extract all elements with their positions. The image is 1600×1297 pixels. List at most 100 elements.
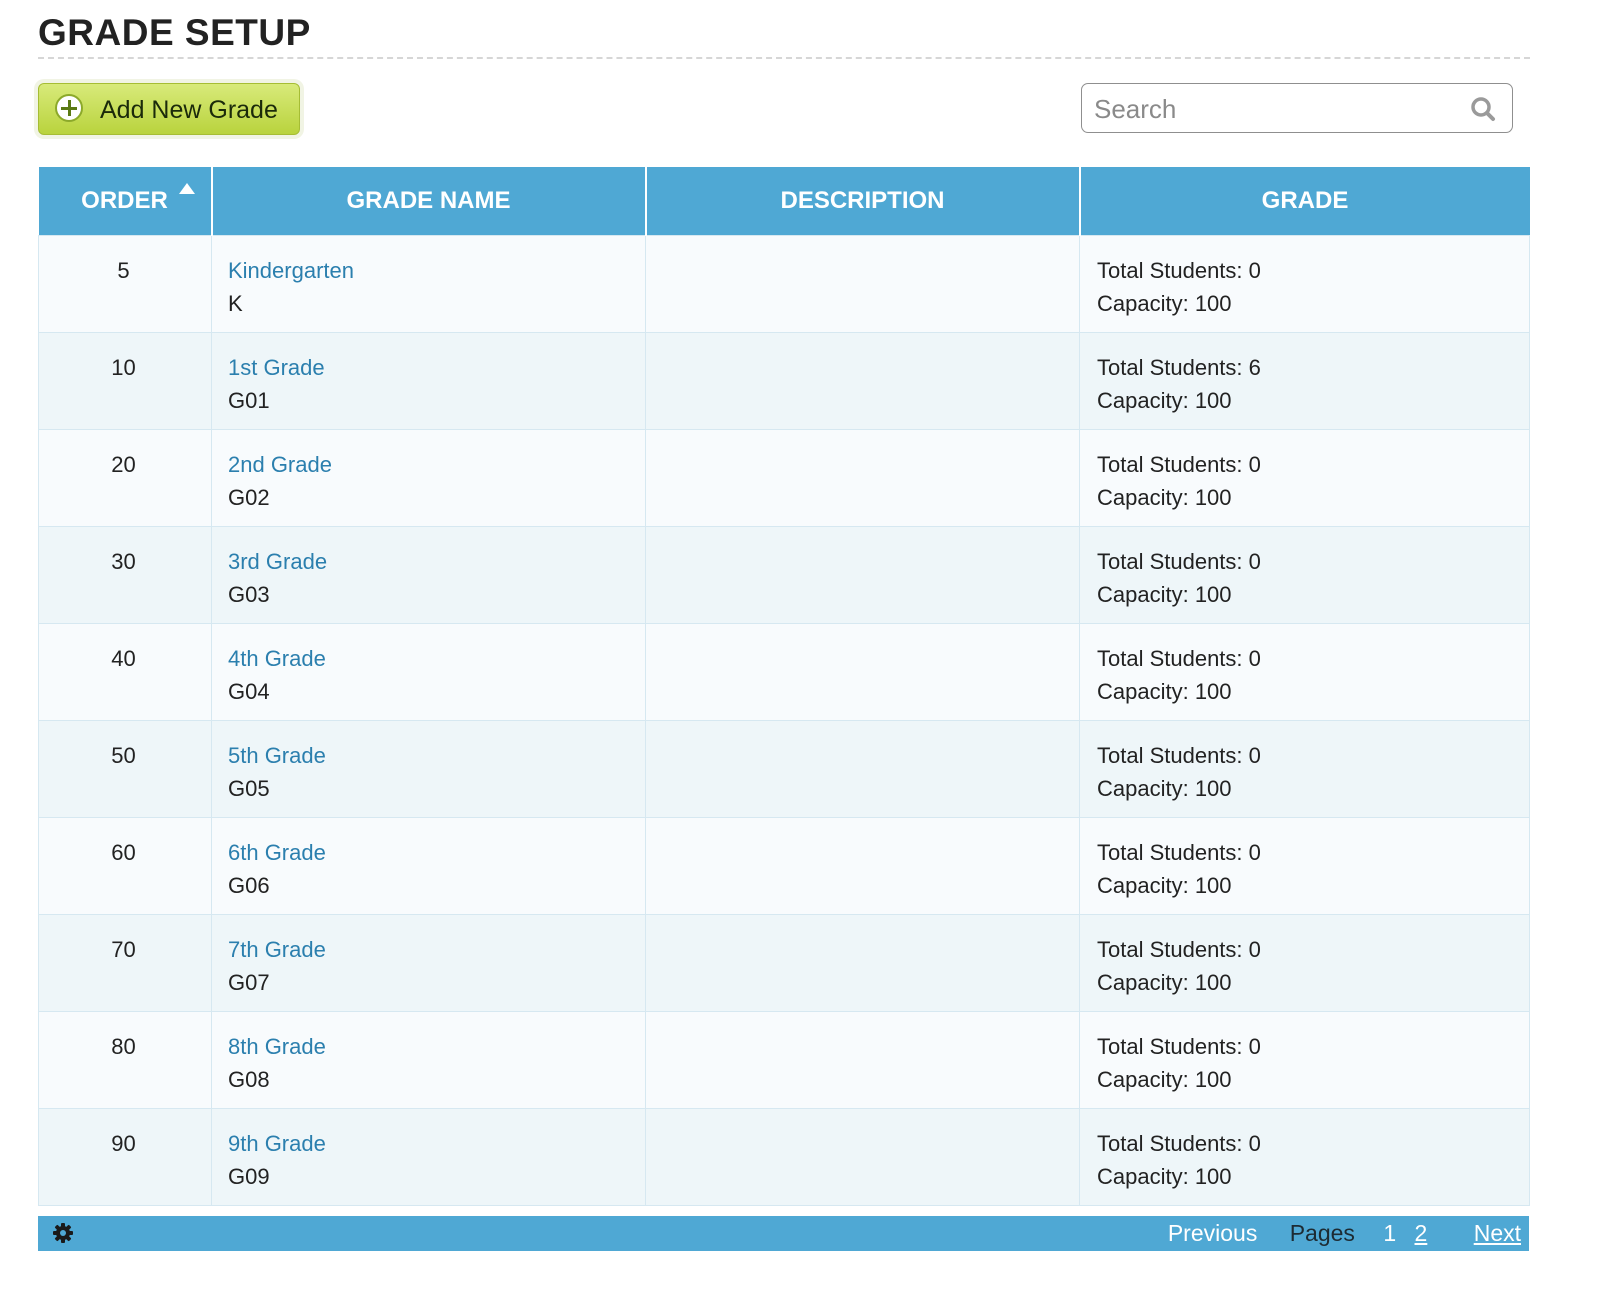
next-page-button[interactable]: Next (1474, 1218, 1521, 1248)
grade-name-link[interactable]: 1st Grade (228, 351, 644, 384)
capacity: Capacity: 100 (1097, 388, 1232, 413)
page-number-link[interactable]: 2 (1415, 1218, 1428, 1248)
table-row: 20 2nd Grade G02 Total Students: 0 Capac… (38, 429, 1530, 527)
order-cell: 80 (38, 1011, 212, 1109)
search-input[interactable] (1092, 90, 1456, 128)
page-title: GRADE SETUP (38, 12, 311, 53)
grade-code: G01 (228, 388, 270, 413)
grade-stats-cell: Total Students: 0 Capacity: 100 (1079, 817, 1530, 915)
table-row: 70 7th Grade G07 Total Students: 0 Capac… (38, 914, 1530, 1012)
total-students: Total Students: 0 (1097, 1131, 1261, 1156)
search-icon[interactable] (1470, 96, 1496, 122)
total-students: Total Students: 0 (1097, 646, 1261, 671)
description-cell (645, 720, 1080, 818)
grade-code: G08 (228, 1067, 270, 1092)
add-new-grade-button[interactable]: Add New Grade (38, 83, 300, 135)
capacity: Capacity: 100 (1097, 582, 1232, 607)
grade-name-link[interactable]: 7th Grade (228, 933, 644, 966)
grade-name-cell: 3rd Grade G03 (211, 526, 646, 624)
order-cell: 60 (38, 817, 212, 915)
order-cell: 40 (38, 623, 212, 721)
grade-stats-cell: Total Students: 0 Capacity: 100 (1079, 429, 1530, 527)
column-header-order-label: ORDER (81, 187, 168, 214)
order-cell: 50 (38, 720, 212, 818)
grade-name-link[interactable]: 6th Grade (228, 836, 644, 869)
page-number-current: 1 (1383, 1220, 1397, 1246)
order-cell: 5 (38, 235, 212, 333)
grade-code: G07 (228, 970, 270, 995)
capacity: Capacity: 100 (1097, 485, 1232, 510)
capacity: Capacity: 100 (1097, 291, 1232, 316)
plus-circle-icon (55, 94, 83, 122)
grade-name-cell: 1st Grade G01 (211, 332, 646, 430)
grade-stats-cell: Total Students: 0 Capacity: 100 (1079, 720, 1530, 818)
capacity: Capacity: 100 (1097, 679, 1232, 704)
column-header-description[interactable]: DESCRIPTION (645, 167, 1081, 236)
grade-stats-cell: Total Students: 0 Capacity: 100 (1079, 526, 1530, 624)
add-new-grade-label: Add New Grade (100, 96, 278, 124)
description-cell (645, 623, 1080, 721)
grade-stats-cell: Total Students: 0 Capacity: 100 (1079, 1108, 1530, 1206)
order-cell: 90 (38, 1108, 212, 1206)
total-students: Total Students: 0 (1097, 840, 1261, 865)
grade-name-cell: 5th Grade G05 (211, 720, 646, 818)
sort-ascending-icon (178, 183, 195, 194)
table-footer: Previous Pages 1 2 Next (38, 1216, 1529, 1251)
gear-icon[interactable] (52, 1222, 74, 1244)
grade-name-cell: 4th Grade G04 (211, 623, 646, 721)
grade-code: G04 (228, 679, 270, 704)
capacity: Capacity: 100 (1097, 1067, 1232, 1092)
total-students: Total Students: 6 (1097, 355, 1261, 380)
capacity: Capacity: 100 (1097, 776, 1232, 801)
grade-name-cell: 7th Grade G07 (211, 914, 646, 1012)
column-header-grade-name[interactable]: GRADE NAME (211, 167, 647, 236)
grade-name-cell: Kindergarten K (211, 235, 646, 333)
column-header-grade[interactable]: GRADE (1079, 167, 1530, 236)
grade-name-link[interactable]: 9th Grade (228, 1127, 644, 1160)
description-cell (645, 1011, 1080, 1109)
grade-name-cell: 8th Grade G08 (211, 1011, 646, 1109)
total-students: Total Students: 0 (1097, 549, 1261, 574)
grades-table: ORDER GRADE NAME DESCRIPTION GRADE 5 Kin… (38, 167, 1530, 1206)
order-cell: 70 (38, 914, 212, 1012)
grade-code: K (228, 291, 243, 316)
description-cell (645, 235, 1080, 333)
grade-name-link[interactable]: 5th Grade (228, 739, 644, 772)
description-cell (645, 817, 1080, 915)
description-cell (645, 914, 1080, 1012)
grade-stats-cell: Total Students: 6 Capacity: 100 (1079, 332, 1530, 430)
description-cell (645, 429, 1080, 527)
total-students: Total Students: 0 (1097, 1034, 1261, 1059)
grade-stats-cell: Total Students: 0 Capacity: 100 (1079, 914, 1530, 1012)
capacity: Capacity: 100 (1097, 1164, 1232, 1189)
grade-name-link[interactable]: Kindergarten (228, 254, 644, 287)
grade-name-link[interactable]: 2nd Grade (228, 448, 644, 481)
grade-stats-cell: Total Students: 0 Capacity: 100 (1079, 235, 1530, 333)
grade-name-link[interactable]: 4th Grade (228, 642, 644, 675)
table-row: 30 3rd Grade G03 Total Students: 0 Capac… (38, 526, 1530, 624)
description-cell (645, 1108, 1080, 1206)
total-students: Total Students: 0 (1097, 452, 1261, 477)
table-header-row: ORDER GRADE NAME DESCRIPTION GRADE (38, 167, 1530, 236)
grade-name-cell: 6th Grade G06 (211, 817, 646, 915)
previous-page-button[interactable]: Previous (1168, 1218, 1257, 1248)
grade-name-cell: 9th Grade G09 (211, 1108, 646, 1206)
grade-name-cell: 2nd Grade G02 (211, 429, 646, 527)
grades-table-body: 5 Kindergarten K Total Students: 0 Capac… (38, 235, 1530, 1206)
grade-code: G05 (228, 776, 270, 801)
total-students: Total Students: 0 (1097, 258, 1261, 283)
column-header-order[interactable]: ORDER (38, 167, 213, 236)
grade-name-link[interactable]: 3rd Grade (228, 545, 644, 578)
table-row: 40 4th Grade G04 Total Students: 0 Capac… (38, 623, 1530, 721)
order-cell: 30 (38, 526, 212, 624)
grade-code: G09 (228, 1164, 270, 1189)
table-row: 80 8th Grade G08 Total Students: 0 Capac… (38, 1011, 1530, 1109)
description-cell (645, 332, 1080, 430)
grade-name-link[interactable]: 8th Grade (228, 1030, 644, 1063)
description-cell (645, 526, 1080, 624)
pagination: Previous Pages 1 2 Next (1168, 1218, 1521, 1248)
search-box (1081, 83, 1513, 133)
order-cell: 10 (38, 332, 212, 430)
capacity: Capacity: 100 (1097, 970, 1232, 995)
table-row: 10 1st Grade G01 Total Students: 6 Capac… (38, 332, 1530, 430)
